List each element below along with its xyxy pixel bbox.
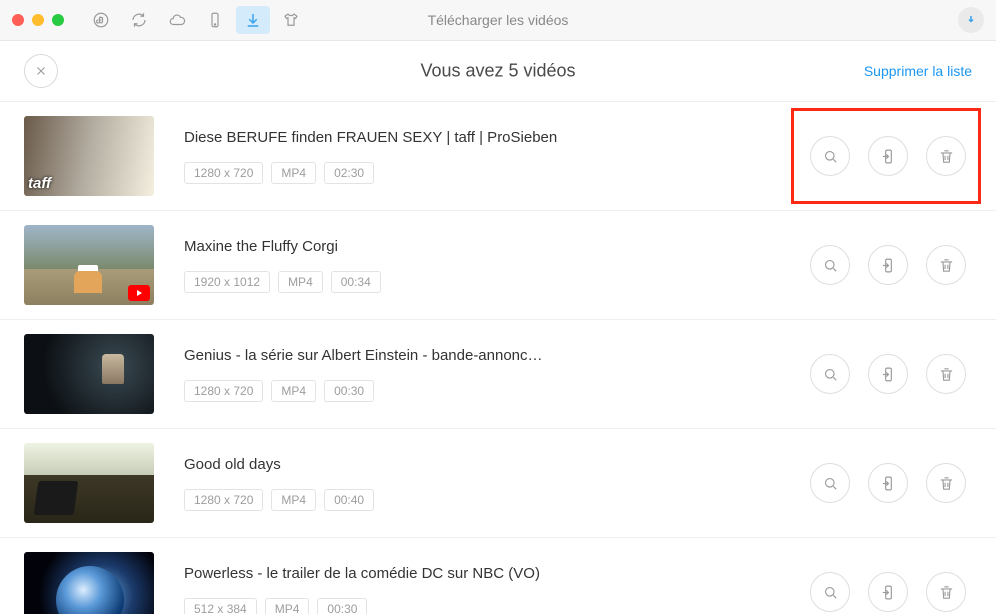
video-title: Maxine the Fluffy Corgi	[184, 238, 810, 255]
row-actions	[810, 136, 972, 176]
window-minimize[interactable]	[32, 14, 44, 26]
download-indicator-icon[interactable]	[958, 7, 984, 33]
duration-tag: 00:34	[331, 271, 381, 293]
format-tag: MP4	[265, 598, 310, 614]
duration-tag: 00:40	[324, 489, 374, 511]
device-icon[interactable]	[198, 6, 232, 34]
format-tag: MP4	[271, 489, 316, 511]
delete-button[interactable]	[926, 572, 966, 612]
row-actions	[810, 572, 972, 612]
title-bar: Télécharger les vidéos	[0, 0, 996, 41]
page-title: Vous avez 5 vidéos	[420, 61, 575, 82]
video-row: Powerless - le trailer de la comédie DC …	[0, 538, 996, 614]
video-info: Powerless - le trailer de la comédie DC …	[184, 565, 810, 614]
video-row: Good old days 1280 x 720 MP4 00:40	[0, 429, 996, 538]
video-row: taff Diese BERUFE finden FRAUEN SEXY | t…	[0, 102, 996, 211]
reveal-button[interactable]	[810, 136, 850, 176]
delete-button[interactable]	[926, 463, 966, 503]
row-actions	[810, 245, 972, 285]
resolution-tag: 1280 x 720	[184, 162, 263, 184]
resolution-tag: 1280 x 720	[184, 489, 263, 511]
format-tag: MP4	[278, 271, 323, 293]
video-info: Genius - la série sur Albert Einstein - …	[184, 347, 810, 402]
list-header: Vous avez 5 vidéos Supprimer la liste	[0, 41, 996, 102]
download-tab-icon[interactable]	[236, 6, 270, 34]
reveal-button[interactable]	[810, 245, 850, 285]
youtube-badge-icon	[128, 285, 150, 301]
video-title: Genius - la série sur Albert Einstein - …	[184, 347, 810, 364]
duration-tag: 00:30	[324, 380, 374, 402]
row-actions	[810, 463, 972, 503]
refresh-icon[interactable]	[122, 6, 156, 34]
transfer-button[interactable]	[868, 245, 908, 285]
video-thumbnail[interactable]: taff	[24, 116, 154, 196]
music-library-icon[interactable]	[84, 6, 118, 34]
reveal-button[interactable]	[810, 354, 850, 394]
reveal-button[interactable]	[810, 572, 850, 612]
clear-list-link[interactable]: Supprimer la liste	[864, 63, 972, 79]
cloud-icon[interactable]	[160, 6, 194, 34]
reveal-button[interactable]	[810, 463, 850, 503]
row-actions	[810, 354, 972, 394]
video-thumbnail[interactable]	[24, 552, 154, 614]
video-info: Maxine the Fluffy Corgi 1920 x 1012 MP4 …	[184, 238, 810, 293]
duration-tag: 00:30	[317, 598, 367, 614]
video-title: Powerless - le trailer de la comédie DC …	[184, 565, 810, 582]
close-button[interactable]	[24, 54, 58, 88]
transfer-button[interactable]	[868, 572, 908, 612]
resolution-tag: 512 x 384	[184, 598, 257, 614]
window-title: Télécharger les vidéos	[428, 12, 569, 28]
video-list: taff Diese BERUFE finden FRAUEN SEXY | t…	[0, 102, 996, 614]
resolution-tag: 1280 x 720	[184, 380, 263, 402]
video-thumbnail[interactable]	[24, 443, 154, 523]
video-title: Diese BERUFE finden FRAUEN SEXY | taff |…	[184, 129, 810, 146]
window-controls	[12, 14, 64, 26]
format-tag: MP4	[271, 162, 316, 184]
thumbnail-badge: taff	[28, 175, 51, 192]
video-title: Good old days	[184, 456, 810, 473]
resolution-tag: 1920 x 1012	[184, 271, 270, 293]
delete-button[interactable]	[926, 245, 966, 285]
tshirt-icon[interactable]	[274, 6, 308, 34]
video-row: Maxine the Fluffy Corgi 1920 x 1012 MP4 …	[0, 211, 996, 320]
delete-button[interactable]	[926, 354, 966, 394]
transfer-button[interactable]	[868, 136, 908, 176]
toolbar-nav	[84, 6, 308, 34]
duration-tag: 02:30	[324, 162, 374, 184]
format-tag: MP4	[271, 380, 316, 402]
video-thumbnail[interactable]	[24, 225, 154, 305]
window-zoom[interactable]	[52, 14, 64, 26]
window-close[interactable]	[12, 14, 24, 26]
delete-button[interactable]	[926, 136, 966, 176]
video-thumbnail[interactable]	[24, 334, 154, 414]
video-row: Genius - la série sur Albert Einstein - …	[0, 320, 996, 429]
video-info: Good old days 1280 x 720 MP4 00:40	[184, 456, 810, 511]
video-info: Diese BERUFE finden FRAUEN SEXY | taff |…	[184, 129, 810, 184]
transfer-button[interactable]	[868, 354, 908, 394]
transfer-button[interactable]	[868, 463, 908, 503]
